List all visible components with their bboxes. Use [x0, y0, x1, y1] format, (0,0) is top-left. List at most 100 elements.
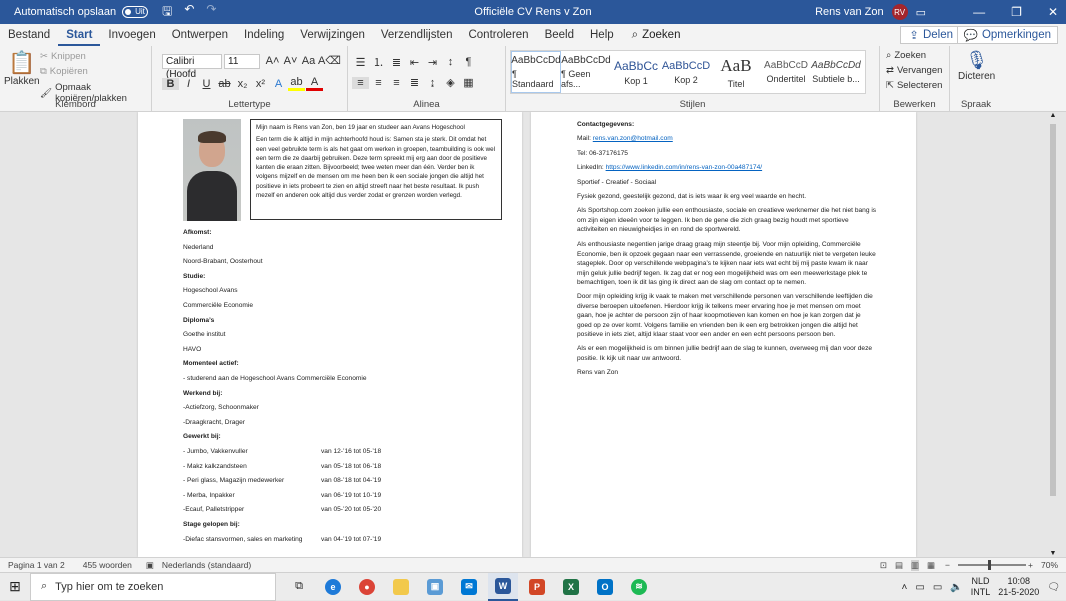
bullets-icon[interactable]: ☰	[352, 56, 369, 69]
tab-help[interactable]: Help	[582, 24, 622, 46]
align-left-icon[interactable]: ≡	[352, 76, 369, 89]
autosave-toggle[interactable]: Uit	[122, 6, 149, 18]
scroll-down-icon[interactable]: ▼	[1048, 550, 1058, 557]
tab-verwijzingen[interactable]: Verwijzingen	[292, 24, 373, 46]
battery-icon[interactable]: ▭	[933, 582, 942, 593]
underline-icon[interactable]: U	[198, 78, 215, 90]
ribbon-display-icon[interactable]: ▭	[916, 6, 926, 19]
close-icon[interactable]: ✕	[1048, 5, 1058, 19]
tab-invoegen[interactable]: Invoegen	[100, 24, 163, 46]
font-color-icon[interactable]: A	[306, 76, 323, 91]
vertical-scrollbar[interactable]: ▲ ▼	[1048, 112, 1058, 557]
change-case-icon[interactable]: Aa	[300, 55, 317, 67]
replace-button[interactable]: ⇄ Vervangen	[886, 65, 942, 76]
strikethrough-icon[interactable]: ab	[216, 78, 233, 90]
spotify-icon[interactable]: ≋	[624, 573, 654, 601]
excel-icon[interactable]: X	[556, 573, 586, 601]
pilcrow-icon[interactable]: ¶	[460, 56, 477, 68]
save-icon[interactable]: 🖫	[162, 2, 172, 23]
word-icon[interactable]: W	[488, 572, 518, 601]
edge-icon[interactable]: e	[318, 573, 348, 601]
dictate-button[interactable]: 🎙 Dicteren	[958, 50, 995, 82]
tab-bestand[interactable]: Bestand	[0, 24, 58, 46]
zoom-level[interactable]: 70%	[1041, 560, 1058, 570]
comments-button[interactable]: 💬 Opmerkingen	[956, 26, 1058, 44]
chevron-up-icon[interactable]: ˄	[902, 582, 908, 593]
tab-indeling[interactable]: Indeling	[236, 24, 292, 46]
tab-ontwerpen[interactable]: Ontwerpen	[164, 24, 236, 46]
decrease-indent-icon[interactable]: ⇤	[406, 56, 423, 69]
tab-verzendlijsten[interactable]: Verzendlijsten	[373, 24, 461, 46]
shrink-font-icon[interactable]: A˅	[282, 55, 299, 67]
language[interactable]: Nederlands (standaard)	[162, 560, 251, 570]
zoom-in-icon[interactable]: +	[1028, 560, 1033, 570]
tab-controleren[interactable]: Controleren	[460, 24, 536, 46]
style-geen-afstand[interactable]: AaBbCcDd ¶ Geen afs...	[561, 51, 611, 93]
tab-beeld[interactable]: Beeld	[537, 24, 582, 46]
minimize-icon[interactable]: —	[973, 5, 985, 19]
superscript-icon[interactable]: x²	[252, 78, 269, 90]
undo-icon[interactable]: ↶	[184, 2, 194, 23]
focus-icon[interactable]: ⊡	[880, 560, 887, 571]
mail-icon[interactable]: ✉	[454, 573, 484, 601]
share-button[interactable]: ⇪ Delen	[900, 26, 962, 44]
style-subtiele-benadrukking[interactable]: AaBbCcDd Subtiele b...	[811, 51, 861, 93]
copy-button[interactable]: ⧉ Kopiëren	[40, 66, 88, 77]
italic-icon[interactable]: I	[180, 78, 197, 90]
proofing-icon[interactable]: ▣	[146, 560, 154, 571]
find-button[interactable]: ⌕ Zoeken	[886, 50, 926, 61]
font-name-select[interactable]: Calibri (Hoofd	[162, 54, 222, 80]
network-icon[interactable]: ▭	[915, 582, 924, 593]
document-workspace[interactable]: Mijn naam is Rens van Zon, ben 19 jaar e…	[0, 112, 1066, 557]
line-spacing-icon[interactable]: ↨	[424, 77, 441, 89]
powerpoint-icon[interactable]: P	[522, 573, 552, 601]
word-count[interactable]: 455 woorden	[83, 560, 132, 570]
clock[interactable]: 10:08 21-5-2020	[998, 576, 1039, 598]
grow-font-icon[interactable]: A˄	[264, 55, 281, 67]
zoom-slider[interactable]	[958, 560, 1026, 570]
align-right-icon[interactable]: ≡	[388, 77, 405, 89]
align-center-icon[interactable]: ≡	[370, 77, 387, 89]
scroll-thumb[interactable]	[1050, 124, 1056, 496]
mail-link[interactable]: rens.van.zon@hotmail.com	[593, 135, 673, 142]
select-button[interactable]: ⇱ Selecteren	[886, 80, 942, 91]
windows-start-icon[interactable]: ⊞	[0, 578, 30, 595]
redo-icon[interactable]: ↷	[206, 2, 216, 23]
cut-button[interactable]: ✂ Knippen	[40, 51, 86, 62]
subscript-icon[interactable]: x₂	[234, 78, 251, 90]
tell-me-search[interactable]: ⌕ Zoeken	[632, 29, 681, 42]
style-ondertitel[interactable]: AaBbCcD Ondertitel	[761, 51, 811, 93]
file-explorer-icon[interactable]	[386, 573, 416, 601]
autosave-control[interactable]: Automatisch opslaan Uit	[14, 6, 149, 18]
read-mode-icon[interactable]: ▤	[895, 560, 903, 571]
volume-icon[interactable]: 🔈	[950, 582, 962, 593]
outlook-icon[interactable]: O	[590, 573, 620, 601]
linkedin-link[interactable]: https://www.linkedin.com/in/rens-van-zon…	[606, 164, 763, 171]
chrome-icon[interactable]: ●	[352, 573, 382, 601]
page-count[interactable]: Pagina 1 van 2	[8, 560, 65, 570]
justify-icon[interactable]: ≣	[406, 76, 423, 89]
increase-indent-icon[interactable]: ⇥	[424, 56, 441, 69]
notifications-icon[interactable]: 🗨	[1047, 582, 1060, 593]
numbering-icon[interactable]: ⒈	[370, 54, 387, 70]
intro-textbox[interactable]: Mijn naam is Rens van Zon, ben 19 jaar e…	[250, 119, 502, 220]
shading-icon[interactable]: ◈	[442, 76, 459, 89]
paste-button[interactable]: 📋 Plakken	[4, 50, 40, 87]
taskbar-search[interactable]: ⌕ Typ hier om te zoeken	[30, 572, 276, 601]
style-kop1[interactable]: AaBbCc Kop 1	[611, 51, 661, 93]
restore-icon[interactable]: ❐	[1011, 5, 1022, 19]
print-layout-icon[interactable]: ▥	[910, 559, 920, 571]
task-view-icon[interactable]: ⧉	[284, 573, 314, 601]
sort-icon[interactable]: ↕	[442, 56, 459, 68]
text-effects-icon[interactable]: A	[270, 78, 287, 90]
page-2[interactable]: Contactgegevens: Mail: rens.van.zon@hotm…	[531, 112, 916, 557]
style-titel[interactable]: AaB Titel	[711, 51, 761, 93]
tab-start[interactable]: Start	[58, 24, 101, 46]
web-layout-icon[interactable]: ▦	[927, 560, 935, 571]
zoom-out-icon[interactable]: −	[945, 560, 950, 570]
clear-format-icon[interactable]: A⌫	[318, 54, 341, 67]
page-1[interactable]: Mijn naam is Rens van Zon, ben 19 jaar e…	[138, 112, 522, 557]
highlight-icon[interactable]: ab	[288, 76, 305, 91]
style-kop2[interactable]: AaBbCcD Kop 2	[661, 51, 711, 93]
avatar[interactable]: RV	[891, 4, 908, 20]
